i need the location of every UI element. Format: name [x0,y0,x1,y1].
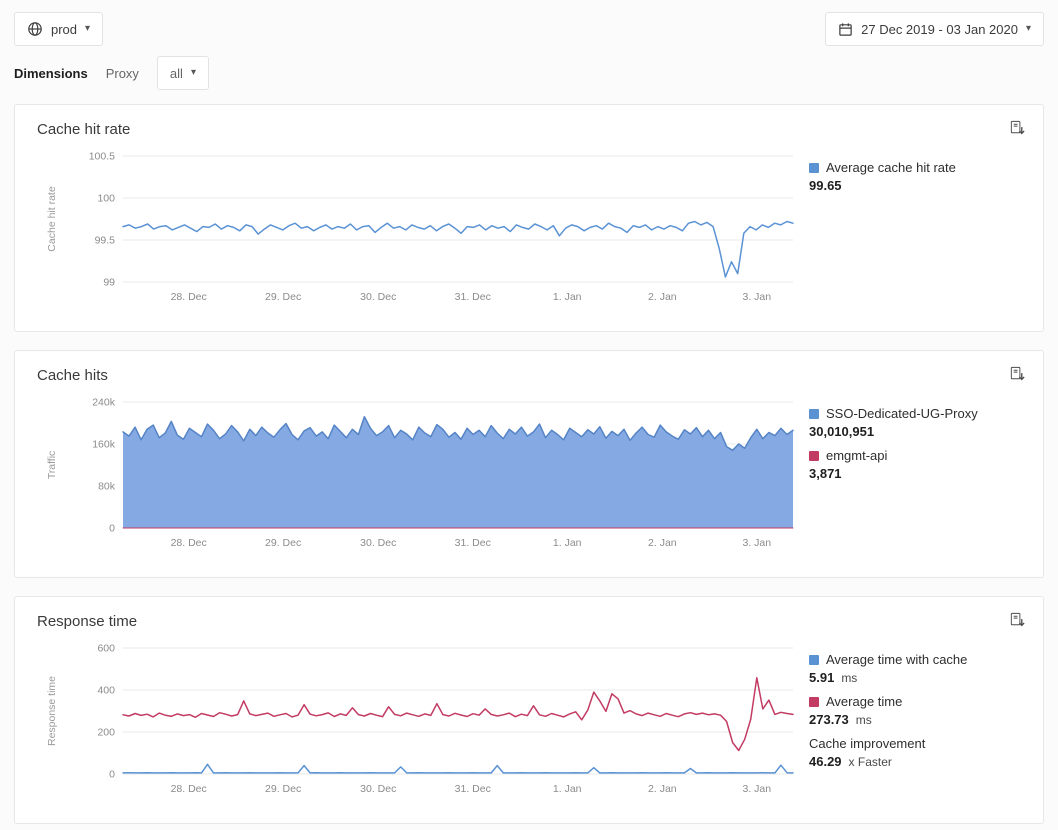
svg-text:200: 200 [97,727,115,739]
legend-label: Cache improvement [809,736,925,751]
legend-value: 5.91ms [809,670,1009,685]
dimension-select[interactable]: all ▾ [157,56,209,90]
svg-text:3. Jan: 3. Jan [743,783,772,795]
legend-label: emgmt-api [826,448,887,463]
legend-value: 273.73ms [809,712,1009,727]
export-report-button[interactable] [1008,611,1027,630]
svg-text:Cache hit rate: Cache hit rate [46,186,58,252]
legend-item[interactable]: SSO-Dedicated-UG-Proxy [809,406,1009,421]
cache-hit-rate-chart: 100.5 100 99.5 99 Cache hit rate 28. Dec 29. D… [37,146,809,319]
svg-text:0: 0 [109,523,115,535]
svg-text:30. Dec: 30. Dec [360,537,396,549]
legend-item[interactable]: emgmt-api [809,448,1009,463]
svg-text:28. Dec: 28. Dec [171,291,207,303]
svg-text:Traffic: Traffic [46,451,58,480]
legend: Average cache hit rate 99.65 [809,146,1009,319]
svg-text:2. Jan: 2. Jan [648,783,677,795]
legend-label: SSO-Dedicated-UG-Proxy [826,406,978,421]
export-report-icon [1008,119,1027,138]
card-cache-hit-rate: Cache hit rate 100.5 100 99.5 99 Cache hit r… [14,104,1044,332]
export-report-button[interactable] [1008,365,1027,384]
legend-swatch [809,655,819,665]
legend: SSO-Dedicated-UG-Proxy 30,010,951 emgmt-… [809,392,1009,565]
svg-text:28. Dec: 28. Dec [171,783,207,795]
legend-swatch [809,697,819,707]
legend-item[interactable]: Average cache hit rate [809,160,1009,175]
legend-swatch [809,409,819,419]
caret-down-icon: ▾ [1026,24,1031,34]
card-response-time: Response time 600 400 200 0 Response time 28.… [14,596,1044,824]
legend-label: Average time with cache [826,652,967,667]
card-title: Cache hit rate [37,121,1021,138]
legend-item[interactable]: Average time with cache [809,652,1009,667]
legend-value: 99.65 [809,178,1009,193]
svg-text:1. Jan: 1. Jan [553,291,582,303]
svg-text:80k: 80k [98,481,116,493]
svg-text:29. Dec: 29. Dec [265,537,301,549]
date-range-picker[interactable]: 27 Dec 2019 - 03 Jan 2020 ▾ [825,12,1044,46]
svg-text:29. Dec: 29. Dec [265,783,301,795]
svg-text:30. Dec: 30. Dec [360,291,396,303]
analytics-dashboard: { "toolbar": { "env_label": "prod", "dat… [0,0,1058,830]
svg-text:31. Dec: 31. Dec [455,783,491,795]
response-time-chart: 600 400 200 0 Response time 28. Dec 29. Dec 30.… [37,638,809,811]
svg-text:400: 400 [97,685,115,697]
environment-label: prod [51,22,77,37]
legend-value: 3,871 [809,466,1009,481]
legend-swatch [809,451,819,461]
dimension-name: Proxy [106,66,139,81]
card-title: Response time [37,613,1021,630]
calendar-icon [838,22,853,37]
svg-text:31. Dec: 31. Dec [455,537,491,549]
svg-text:30. Dec: 30. Dec [360,783,396,795]
svg-text:2. Jan: 2. Jan [648,291,677,303]
export-report-icon [1008,611,1027,630]
export-report-icon [1008,365,1027,384]
dimension-value: all [170,66,183,81]
legend-item: Cache improvement [809,736,1009,751]
svg-text:1. Jan: 1. Jan [553,783,582,795]
legend-label: Average cache hit rate [826,160,956,175]
svg-text:31. Dec: 31. Dec [455,291,491,303]
legend-item[interactable]: Average time [809,694,1009,709]
environment-selector[interactable]: prod ▾ [14,12,103,46]
svg-text:100.5: 100.5 [89,151,115,163]
legend-label: Average time [826,694,902,709]
svg-text:29. Dec: 29. Dec [265,291,301,303]
caret-down-icon: ▾ [191,68,196,78]
date-range-label: 27 Dec 2019 - 03 Jan 2020 [861,22,1018,37]
dimensions-bar: Dimensions Proxy all ▾ [0,46,1058,104]
legend: Average time with cache 5.91ms Average t… [809,638,1009,811]
svg-text:3. Jan: 3. Jan [743,291,772,303]
svg-text:100: 100 [97,193,115,205]
svg-text:3. Jan: 3. Jan [743,537,772,549]
dimensions-title: Dimensions [14,66,88,81]
svg-text:99.5: 99.5 [95,235,116,247]
svg-text:Response time: Response time [46,676,58,746]
export-report-button[interactable] [1008,119,1027,138]
svg-text:2. Jan: 2. Jan [648,537,677,549]
card-cache-hits: Cache hits 240k 160k 80k 0 Traffic 28. Dec 29.… [14,350,1044,578]
legend-value: 30,010,951 [809,424,1009,439]
svg-text:28. Dec: 28. Dec [171,537,207,549]
legend-swatch [809,163,819,173]
legend-value: 46.29x Faster [809,754,1009,769]
svg-text:160k: 160k [92,439,116,451]
cache-hits-chart: 240k 160k 80k 0 Traffic 28. Dec 29. Dec 30. Dec… [37,392,809,565]
globe-icon [27,21,43,37]
svg-text:99: 99 [103,277,115,289]
top-toolbar: prod ▾ 27 Dec 2019 - 03 Jan 2020 ▾ [0,0,1058,46]
caret-down-icon: ▾ [85,24,90,34]
svg-text:0: 0 [109,769,115,781]
svg-text:240k: 240k [92,397,116,409]
svg-text:1. Jan: 1. Jan [553,537,582,549]
card-title: Cache hits [37,367,1021,384]
svg-text:600: 600 [97,643,115,655]
